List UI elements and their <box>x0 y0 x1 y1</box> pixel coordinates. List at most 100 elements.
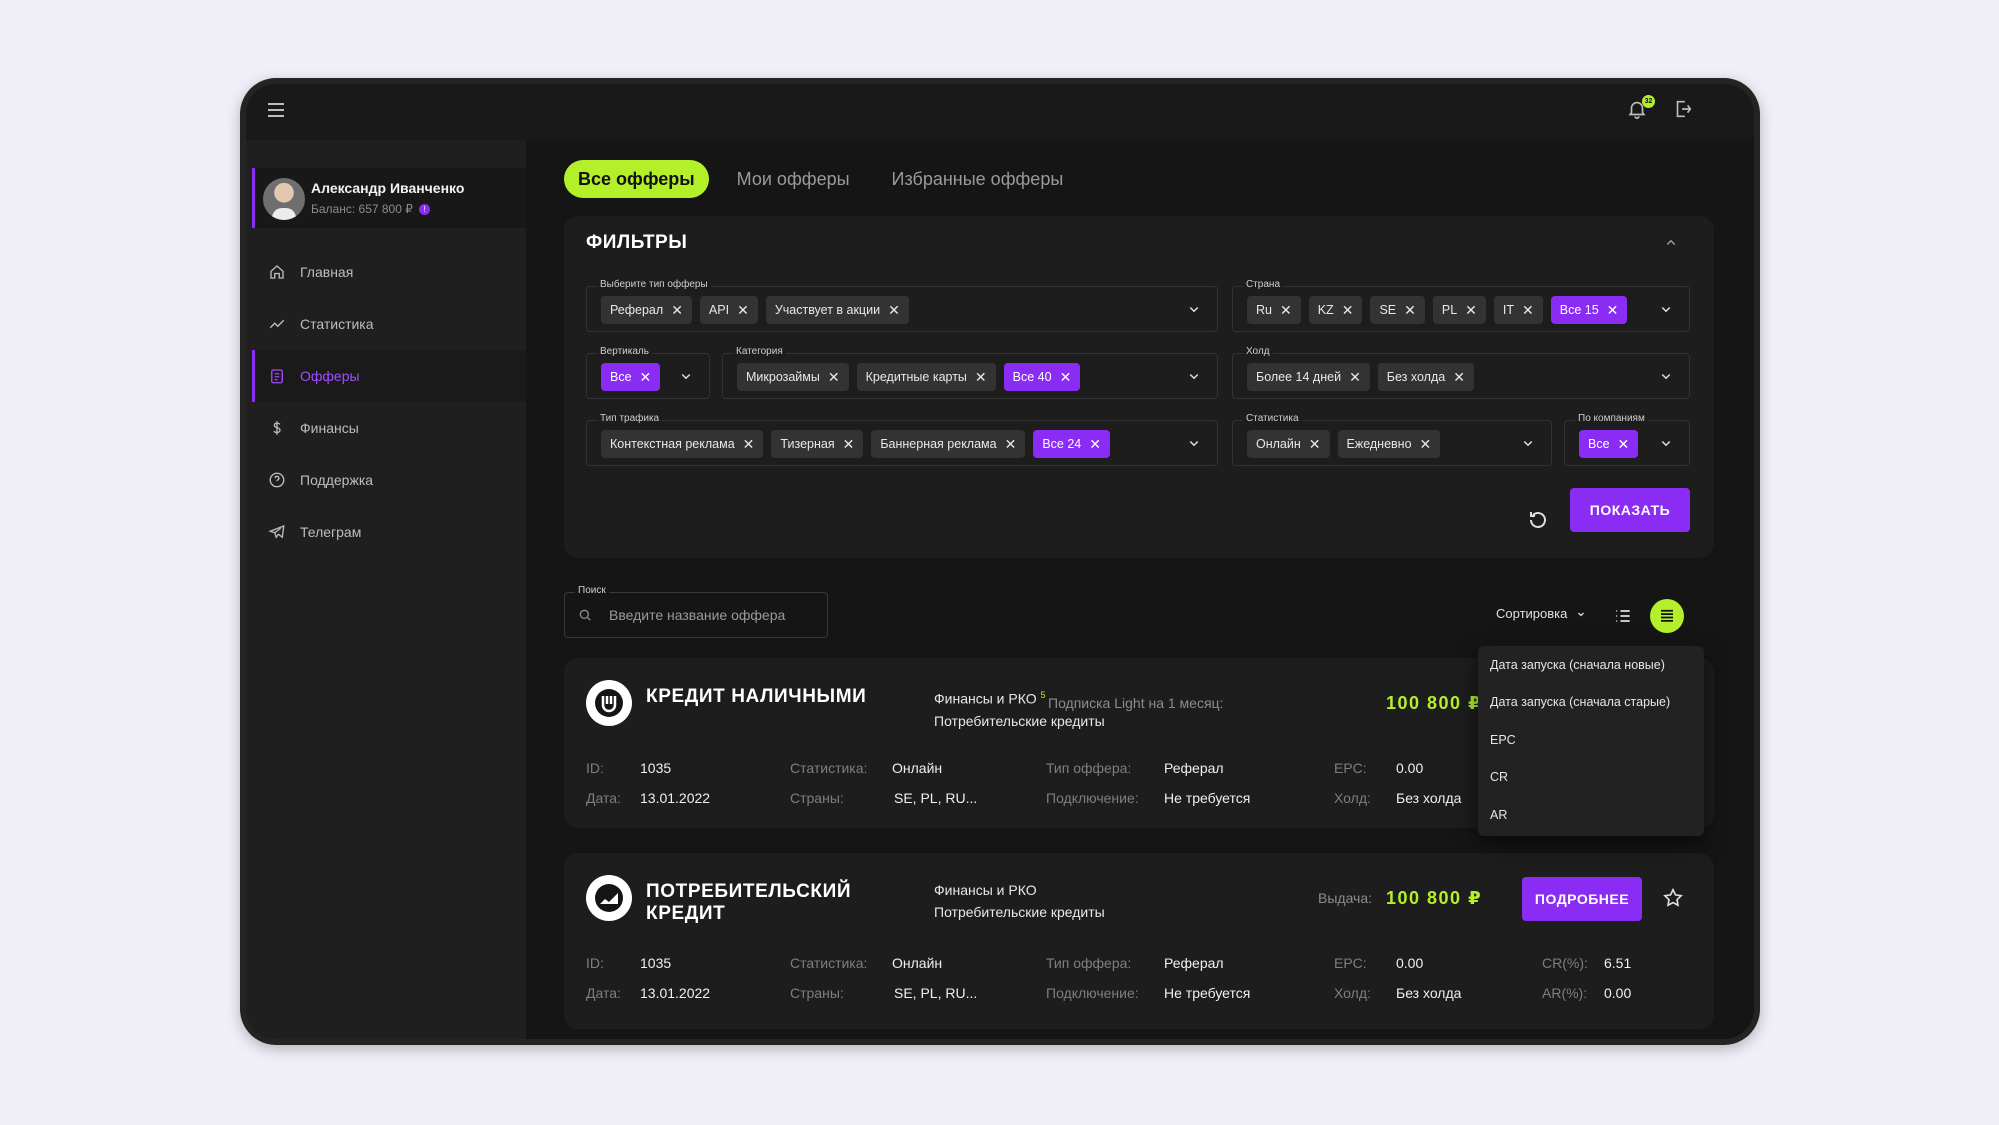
chevron-down-icon[interactable] <box>1185 300 1203 318</box>
sort-option-newest[interactable]: Дата запуска (сначала новые) <box>1478 646 1704 684</box>
chevron-down-icon[interactable] <box>1657 300 1675 318</box>
filter-chip[interactable]: KZ ✕ <box>1308 296 1363 324</box>
sidebar-item-support[interactable]: Поддержка <box>252 454 526 506</box>
statistics-filter[interactable]: Статистика Онлайн ✕ Ежедневно ✕ <box>1232 413 1552 466</box>
star-icon[interactable] <box>1662 887 1684 909</box>
close-icon[interactable]: ✕ <box>737 303 749 317</box>
filter-chip[interactable]: Более 14 дней ✕ <box>1247 363 1370 391</box>
filter-chip[interactable]: Реферал ✕ <box>601 296 692 324</box>
sidebar-item-finance[interactable]: Финансы <box>252 402 526 454</box>
close-icon[interactable]: ✕ <box>1005 437 1017 451</box>
filter-chip-all[interactable]: Все ✕ <box>601 363 661 391</box>
chevron-down-icon[interactable] <box>1185 434 1203 452</box>
chevron-down-icon[interactable] <box>1519 434 1537 452</box>
close-icon[interactable]: ✕ <box>1060 370 1072 384</box>
sidebar-nav: Главная Статистика Офферы Финансы Поддер… <box>252 246 526 558</box>
info-icon[interactable]: ! <box>418 203 430 215</box>
filter-chip[interactable]: PL ✕ <box>1432 296 1486 324</box>
close-icon[interactable]: ✕ <box>1607 303 1619 317</box>
sort-option-epc[interactable]: EPC <box>1478 721 1704 759</box>
filter-chip[interactable]: Микрозаймы ✕ <box>737 363 849 391</box>
filter-chip[interactable]: IT ✕ <box>1493 296 1543 324</box>
filter-chip[interactable]: Участвует в акции ✕ <box>765 296 909 324</box>
offer-type-filter[interactable]: Выберите тип офферы Реферал ✕ API ✕ Участв… <box>586 279 1218 332</box>
sidebar-item-telegram[interactable]: Телеграм <box>252 506 526 558</box>
search-input[interactable] <box>609 605 819 625</box>
detail-id: ID: 1035 <box>586 760 671 776</box>
chevron-down-icon[interactable] <box>1657 367 1675 385</box>
details-button[interactable]: ПОДРОБНЕЕ <box>1522 877 1642 921</box>
filter-chip[interactable]: SE ✕ <box>1370 296 1425 324</box>
offer-title: КРЕДИТ НАЛИЧНЫМИ <box>646 686 867 707</box>
home-icon <box>270 265 284 279</box>
filter-chip[interactable]: Тизерная ✕ <box>771 430 864 458</box>
tab-favorite-offers[interactable]: Избранные офферы <box>878 160 1078 198</box>
close-icon[interactable]: ✕ <box>1342 303 1354 317</box>
filter-chip-all[interactable]: Все 24 ✕ <box>1033 430 1110 458</box>
user-profile[interactable]: Александр Иванченко Баланс: 657 800 ₽! <box>252 168 526 228</box>
close-icon[interactable]: ✕ <box>671 303 683 317</box>
sidebar-item-offers[interactable]: Офферы <box>252 350 526 402</box>
sort-option-cr[interactable]: CR <box>1478 759 1704 797</box>
traffic-type-filter[interactable]: Тип трафика Контекстная реклама ✕ Тизерна… <box>586 413 1218 466</box>
chevron-down-icon[interactable] <box>1657 434 1675 452</box>
filter-chip[interactable]: Без холда ✕ <box>1377 363 1474 391</box>
sort-dropdown[interactable]: Сортировка <box>1496 606 1587 621</box>
chevron-down-icon[interactable] <box>1185 367 1203 385</box>
hold-filter[interactable]: Холд Более 14 дней ✕ Без холда ✕ <box>1232 346 1690 399</box>
tab-all-offers[interactable]: Все офферы <box>564 160 709 198</box>
filter-chip[interactable]: Кредитные карты ✕ <box>856 363 996 391</box>
filter-chip[interactable]: Баннерная реклама ✕ <box>871 430 1026 458</box>
close-icon[interactable]: ✕ <box>1618 437 1630 451</box>
sidebar-item-stats[interactable]: Статистика <box>252 298 526 350</box>
sidebar-item-label: Главная <box>300 264 354 280</box>
sort-option-oldest[interactable]: Дата запуска (сначала старые) <box>1478 684 1704 722</box>
close-icon[interactable]: ✕ <box>1420 437 1432 451</box>
list-view-icon[interactable] <box>1606 599 1640 633</box>
logout-icon[interactable] <box>1672 98 1698 124</box>
filter-chip[interactable]: API ✕ <box>699 296 758 324</box>
close-icon[interactable]: ✕ <box>1465 303 1477 317</box>
tab-my-offers[interactable]: Мои офферы <box>723 160 864 198</box>
companies-filter[interactable]: По компаниям Все ✕ <box>1564 413 1690 466</box>
close-icon[interactable]: ✕ <box>828 370 840 384</box>
notification-bell-icon[interactable]: 32 <box>1626 95 1655 124</box>
close-icon[interactable]: ✕ <box>1280 303 1292 317</box>
detail-stats: Статистика: Онлайн <box>790 760 942 776</box>
filter-chip[interactable]: Онлайн ✕ <box>1247 430 1330 458</box>
close-icon[interactable]: ✕ <box>1349 370 1361 384</box>
filter-chip-all[interactable]: Все ✕ <box>1579 430 1639 458</box>
detail-value: 1035 <box>640 760 672 776</box>
sidebar-item-home[interactable]: Главная <box>252 246 526 298</box>
chevron-down-icon[interactable] <box>677 367 695 385</box>
offer-category: Финансы и РКО Потребительские кредиты <box>934 879 1105 923</box>
detail-key: ID: <box>586 760 604 776</box>
filter-chip[interactable]: Контекстная реклама ✕ <box>601 430 764 458</box>
close-icon[interactable]: ✕ <box>975 370 987 384</box>
close-icon[interactable]: ✕ <box>1522 303 1534 317</box>
vertical-filter[interactable]: Вертикаль Все ✕ <box>586 346 710 399</box>
chip-label: API <box>708 303 730 317</box>
close-icon[interactable]: ✕ <box>843 437 855 451</box>
filter-chip[interactable]: Ежедневно ✕ <box>1337 430 1441 458</box>
menu-icon[interactable] <box>264 98 288 122</box>
close-icon[interactable]: ✕ <box>888 303 900 317</box>
offer-card: ПОТРЕБИТЕЛЬСКИЙ КРЕДИТ Финансы и РКО Потре… <box>564 853 1714 1029</box>
category-filter[interactable]: Категория Микрозаймы ✕ Кредитные карты ✕ В… <box>722 346 1218 399</box>
close-icon[interactable]: ✕ <box>1453 370 1465 384</box>
close-icon[interactable]: ✕ <box>640 370 652 384</box>
chevron-up-icon[interactable] <box>1662 234 1680 252</box>
country-filter[interactable]: Страна Ru ✕ KZ ✕ SE ✕ PL ✕ IT ✕ Все 15 ✕ <box>1232 279 1690 332</box>
detail-date: Дата: 13.01.2022 <box>586 985 710 1001</box>
filter-chip[interactable]: Ru ✕ <box>1247 296 1301 324</box>
compact-view-icon[interactable] <box>1650 599 1684 633</box>
close-icon[interactable]: ✕ <box>1404 303 1416 317</box>
close-icon[interactable]: ✕ <box>743 437 755 451</box>
show-button[interactable]: ПОКАЗАТЬ <box>1570 488 1690 532</box>
sort-option-ar[interactable]: AR <box>1478 796 1704 834</box>
close-icon[interactable]: ✕ <box>1089 437 1101 451</box>
refresh-icon[interactable] <box>1526 508 1550 532</box>
close-icon[interactable]: ✕ <box>1309 437 1321 451</box>
filter-chip-all[interactable]: Все 40 ✕ <box>1003 363 1081 391</box>
filter-chip-all[interactable]: Все 15 ✕ <box>1550 296 1628 324</box>
